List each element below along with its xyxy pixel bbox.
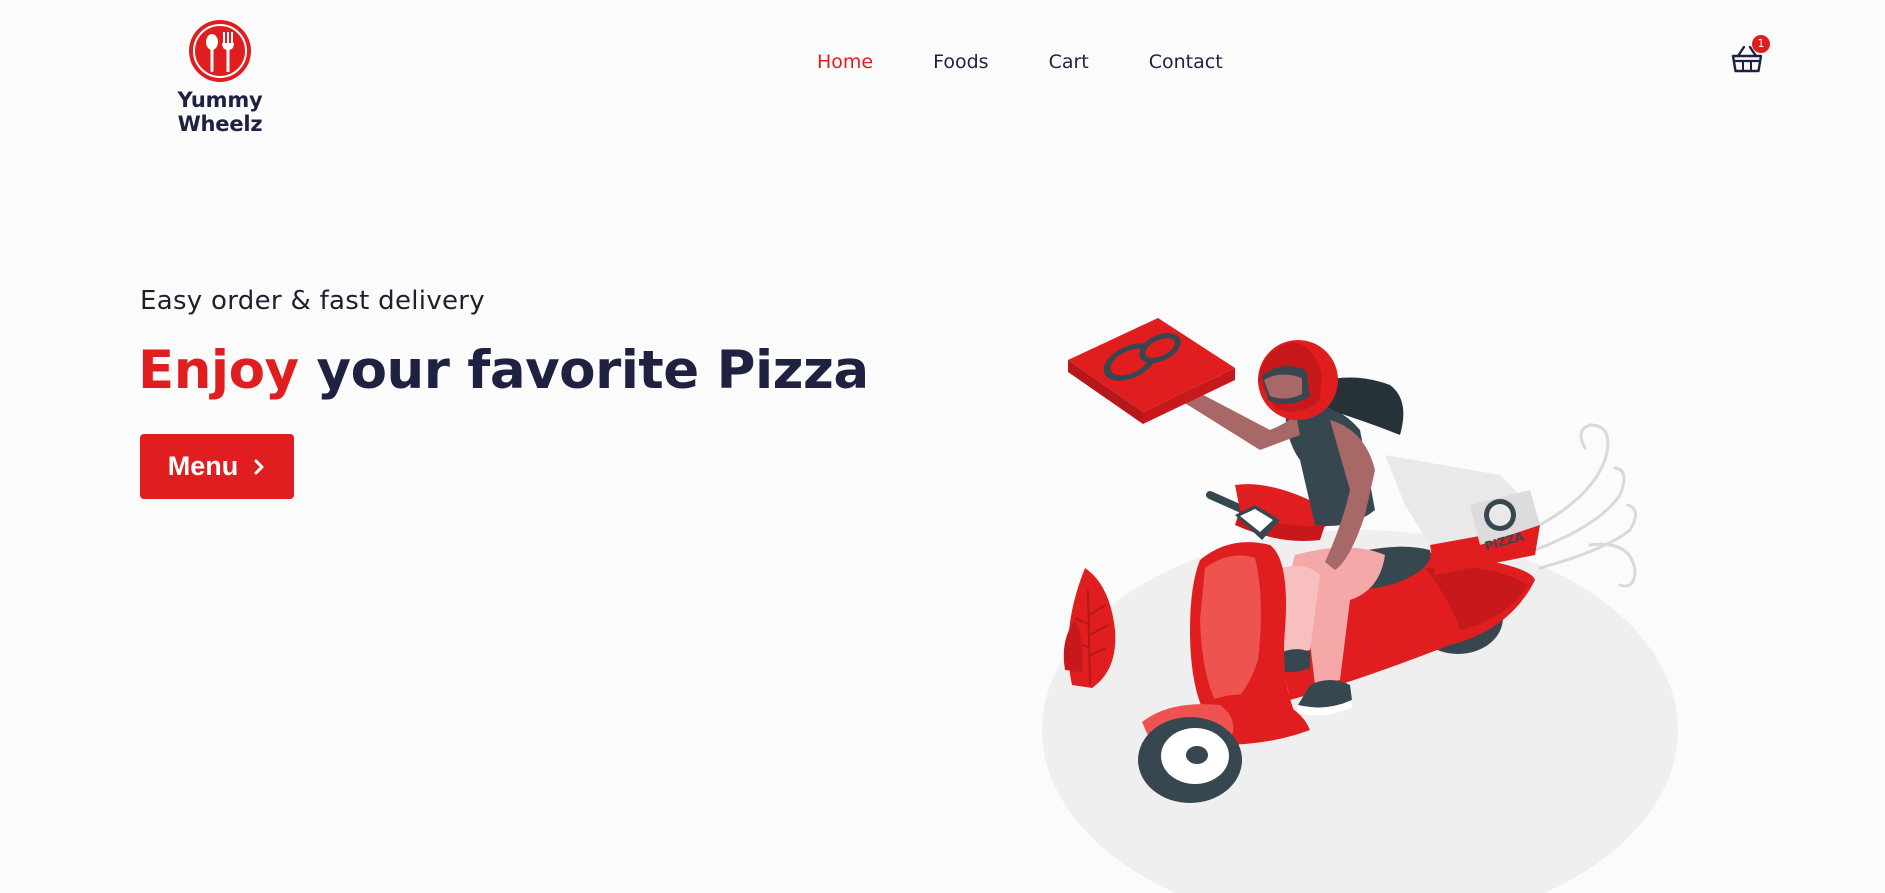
menu-button-label: Menu [167,451,239,481]
front-wheel [1138,717,1242,803]
chevron-right-icon [254,459,264,474]
plant-leaf [1063,568,1116,688]
hero-tagline: Easy order & fast delivery [140,286,485,316]
wind-lines [1528,423,1637,588]
rider-helmet [1258,340,1338,420]
brand-name: Yummy Wheelz [177,88,263,136]
nav-item-cart[interactable]: Cart [1049,48,1089,76]
nav-item-contact[interactable]: Contact [1149,48,1223,76]
spoon-fork-icon [189,20,251,82]
cart-button[interactable]: 1 [1730,35,1770,74]
nav-item-foods[interactable]: Foods [933,48,988,76]
cart-count-badge: 1 [1752,35,1770,53]
scooter-pizza-delivery-illustration: PIZZA [1042,318,1678,893]
menu-button[interactable]: Menu [140,434,294,499]
headline-accent: Enjoy [138,340,299,401]
hero-headline: Enjoy your favorite Pizza [138,340,869,401]
brand-logo[interactable]: Yummy Wheelz [140,18,300,136]
nav-item-home[interactable]: Home [817,48,873,76]
headline-rest: your favorite Pizza [316,340,870,401]
page: Yummy Wheelz Home Foods Cart Contact 1 E… [0,0,1885,893]
main-nav: Home Foods Cart Contact [817,48,1223,76]
